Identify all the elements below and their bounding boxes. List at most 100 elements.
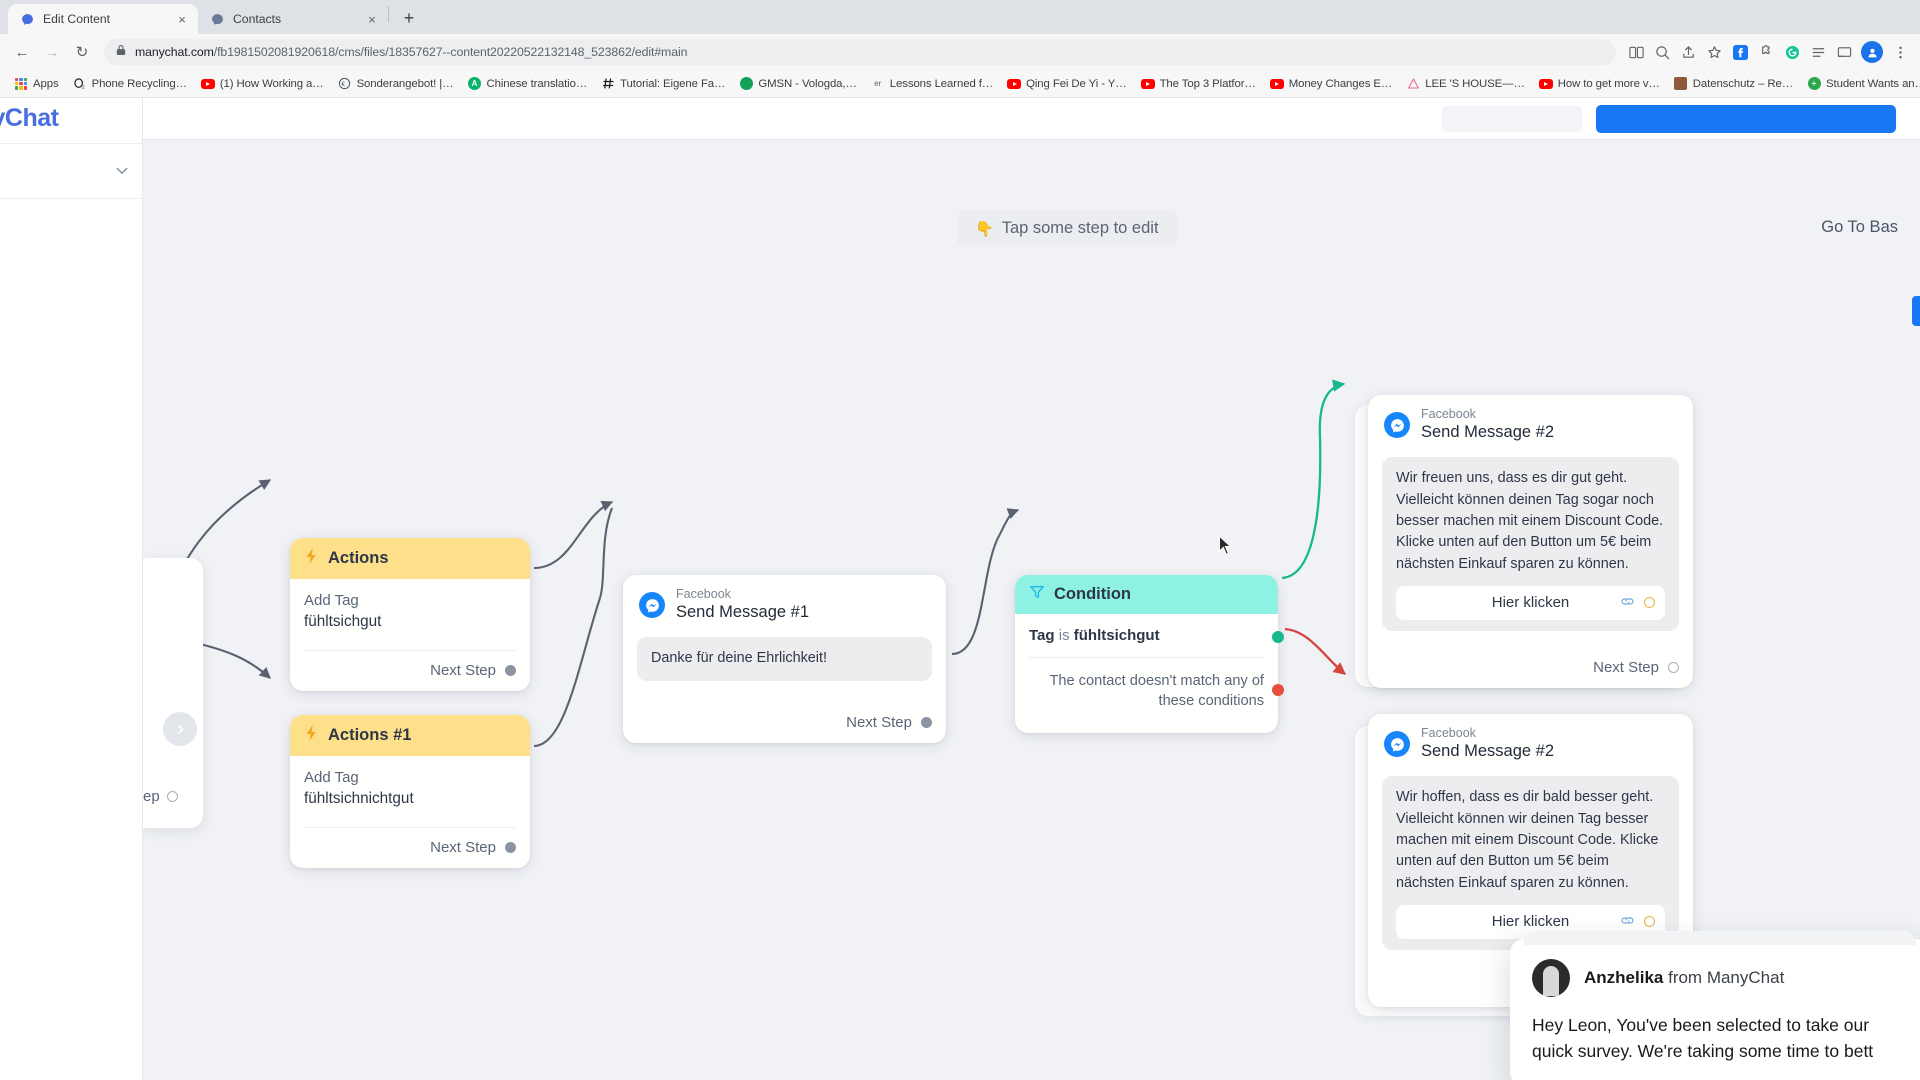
reload-icon[interactable]: ↻ xyxy=(68,38,96,66)
flow-node-send-message-2-yes[interactable]: Facebook Send Message #2 Wir freuen uns,… xyxy=(1368,395,1693,688)
collapse-panel-button[interactable] xyxy=(163,712,197,746)
sidebar-item-live-chat[interactable]: Chat xyxy=(0,417,142,467)
node-platform: Facebook xyxy=(1421,726,1476,740)
split-screen-icon[interactable] xyxy=(1624,40,1648,64)
bookmark-top-3-platforms[interactable]: The Top 3 Platfor… xyxy=(1135,74,1262,94)
bookmark-label: (1) How Working a… xyxy=(219,77,324,90)
avatar xyxy=(1532,959,1570,998)
youtube-icon xyxy=(1538,77,1553,91)
next-step-label: Next Step xyxy=(846,713,912,731)
bookmark-datenschutz[interactable]: Datenschutz – Re… xyxy=(1668,74,1799,94)
next-step-port[interactable] xyxy=(505,664,516,676)
message-bubble[interactable]: Wir freuen uns, dass es dir gut geht. Vi… xyxy=(1382,457,1679,631)
bookmark-chinese-translation[interactable]: A Chinese translatio… xyxy=(461,74,593,94)
bookmark-tutorial-eigene-fa[interactable]: Tutorial: Eigene Fa… xyxy=(595,74,731,94)
top-bar-primary-button[interactable] xyxy=(1596,104,1896,133)
address-bar[interactable]: manychat.com/fb1981502081920618/cms/file… xyxy=(104,39,1616,65)
bookmark-student-wants[interactable]: + Student Wants an… xyxy=(1801,74,1920,94)
bookmark-phone-recycling[interactable]: 2 Phone Recycling… xyxy=(67,74,193,94)
node-title: Actions xyxy=(328,549,389,567)
next-step-row[interactable]: Next Step xyxy=(623,681,946,743)
next-step-port[interactable] xyxy=(505,841,516,853)
extension-puzzle-icon[interactable] xyxy=(1754,40,1778,64)
sidebar-item-profile[interactable]: ofile xyxy=(0,1006,142,1056)
list-icon[interactable] xyxy=(1806,40,1830,64)
bookmark-qing-fei-de-yi[interactable]: Qing Fei De Yi - Y… xyxy=(1001,74,1132,94)
bookmark-apps[interactable]: Apps xyxy=(8,74,65,94)
manychat-logo[interactable]: ManyChat xyxy=(0,98,142,143)
cast-icon[interactable] xyxy=(1832,40,1856,64)
back-icon[interactable]: ← xyxy=(8,38,36,66)
bookmark-sonderangebot[interactable]: € Sonderangebot! |… xyxy=(332,74,460,94)
flow-node-condition[interactable]: Condition Tag is fühltsichgut The contac… xyxy=(1015,575,1278,734)
bookmark-star-icon[interactable] xyxy=(1702,40,1726,64)
action-field-value: fühltsichgut xyxy=(304,613,382,631)
bookmark-lessons-learned[interactable]: er Lessons Learned f… xyxy=(865,74,999,94)
widget-message-line-2: quick survey. We're taking some time to … xyxy=(1532,1040,1874,1061)
tap-hint-text: Tap some step to edit xyxy=(1001,219,1159,237)
bookmark-gmsn[interactable]: GMSN - Vologda,… xyxy=(733,74,862,94)
bookmark-money-changes[interactable]: Money Changes E… xyxy=(1264,74,1399,94)
bookmark-how-working[interactable]: (1) How Working a… xyxy=(195,74,330,94)
next-step-port[interactable] xyxy=(921,716,932,728)
bookmark-how-to-get-more-v[interactable]: How to get more v… xyxy=(1533,74,1666,94)
zoom-icon[interactable] xyxy=(1650,40,1674,64)
bookmark-label: Datenschutz – Re… xyxy=(1692,77,1794,90)
close-icon[interactable]: × xyxy=(364,11,380,27)
sidebar-item-home[interactable]: e xyxy=(0,217,142,267)
message-bubble[interactable]: Danke für deine Ehrlichkeit! xyxy=(637,637,932,681)
go-to-basic-builder-link[interactable]: Go To Bas xyxy=(1821,218,1898,237)
next-step-row[interactable]: Next Step xyxy=(290,651,530,691)
apps-grid-icon xyxy=(14,77,28,91)
next-step-row[interactable]: Next Step xyxy=(290,828,530,868)
next-step-row[interactable]: Next Step xyxy=(1368,631,1693,688)
next-step-port[interactable] xyxy=(166,791,178,802)
widget-message-line-1: Hey Leon, You've been selected to take o… xyxy=(1532,1015,1870,1036)
sidebar-item-templates[interactable]: lates xyxy=(0,956,142,1006)
manychat-support-widget[interactable]: Anzhelika from ManyChat Hey Leon, You've… xyxy=(1510,931,1920,1080)
right-edge-indicator[interactable] xyxy=(1912,296,1920,326)
grammarly-icon[interactable] xyxy=(1780,40,1804,64)
top-bar-field[interactable] xyxy=(1442,105,1582,132)
widget-agent-line: Anzhelika from ManyChat xyxy=(1584,968,1784,988)
widget-header: Anzhelika from ManyChat xyxy=(1532,959,1908,998)
green-plus-icon: + xyxy=(1807,77,1821,91)
svg-text:€: € xyxy=(341,81,345,88)
sidebar-item-settings[interactable]: gs xyxy=(0,565,142,615)
bookmark-label: Apps xyxy=(33,77,59,90)
lightning-bolt-icon xyxy=(304,724,319,747)
flow-node-actions[interactable]: Actions Add Tag fühltsichgut Next Step xyxy=(290,538,530,691)
menu-kebab-icon[interactable] xyxy=(1888,40,1912,64)
close-icon[interactable]: × xyxy=(174,11,190,27)
messenger-icon xyxy=(639,592,665,619)
message-button[interactable]: Hier klicken xyxy=(1396,585,1665,620)
manychat-icon xyxy=(20,12,35,27)
share-icon[interactable] xyxy=(1676,40,1700,64)
new-tab-button[interactable]: + xyxy=(395,4,423,32)
tab-title: Edit Content xyxy=(43,12,111,26)
flow-node-actions-1[interactable]: Actions #1 Add Tag fühltsichnichtgut Nex… xyxy=(290,715,530,868)
message-bubble[interactable]: Wir hoffen, dass es dir bald besser geht… xyxy=(1382,776,1679,950)
flow-node-send-message-1[interactable]: Facebook Send Message #1 Danke für deine… xyxy=(623,575,946,743)
bookmark-label: Sonderangebot! |… xyxy=(356,77,454,90)
next-step-port[interactable] xyxy=(1668,661,1679,673)
tab-edit-content[interactable]: Edit Content × xyxy=(8,4,198,34)
account-switcher[interactable]: gsfirma xyxy=(0,143,142,199)
filter-funnel-icon xyxy=(1029,584,1045,605)
condition-true-port[interactable] xyxy=(1272,631,1284,643)
sidebar-item-growth-tools[interactable]: th Tools xyxy=(0,317,142,367)
bookmark-label: Tutorial: Eigene Fa… xyxy=(620,77,726,90)
sidebar-item-automation[interactable]: mation xyxy=(0,367,142,417)
browser-window: Edit Content × Contacts × + ← → ↻ manych… xyxy=(0,0,1920,1080)
bookmark-lees-house[interactable]: LEE 'S HOUSE—… xyxy=(1400,74,1531,94)
euro-circle-icon: € xyxy=(338,77,352,91)
sidebar-item-contacts[interactable]: acts xyxy=(0,267,142,317)
facebook-icon[interactable] xyxy=(1728,40,1752,64)
forward-icon[interactable]: → xyxy=(38,38,66,66)
condition-false-port[interactable] xyxy=(1272,684,1284,696)
tab-divider xyxy=(388,5,389,22)
sidebar-item-broadcasting[interactable]: dcasting xyxy=(0,467,142,517)
profile-avatar[interactable] xyxy=(1861,41,1883,63)
tab-contacts[interactable]: Contacts × xyxy=(198,4,388,34)
